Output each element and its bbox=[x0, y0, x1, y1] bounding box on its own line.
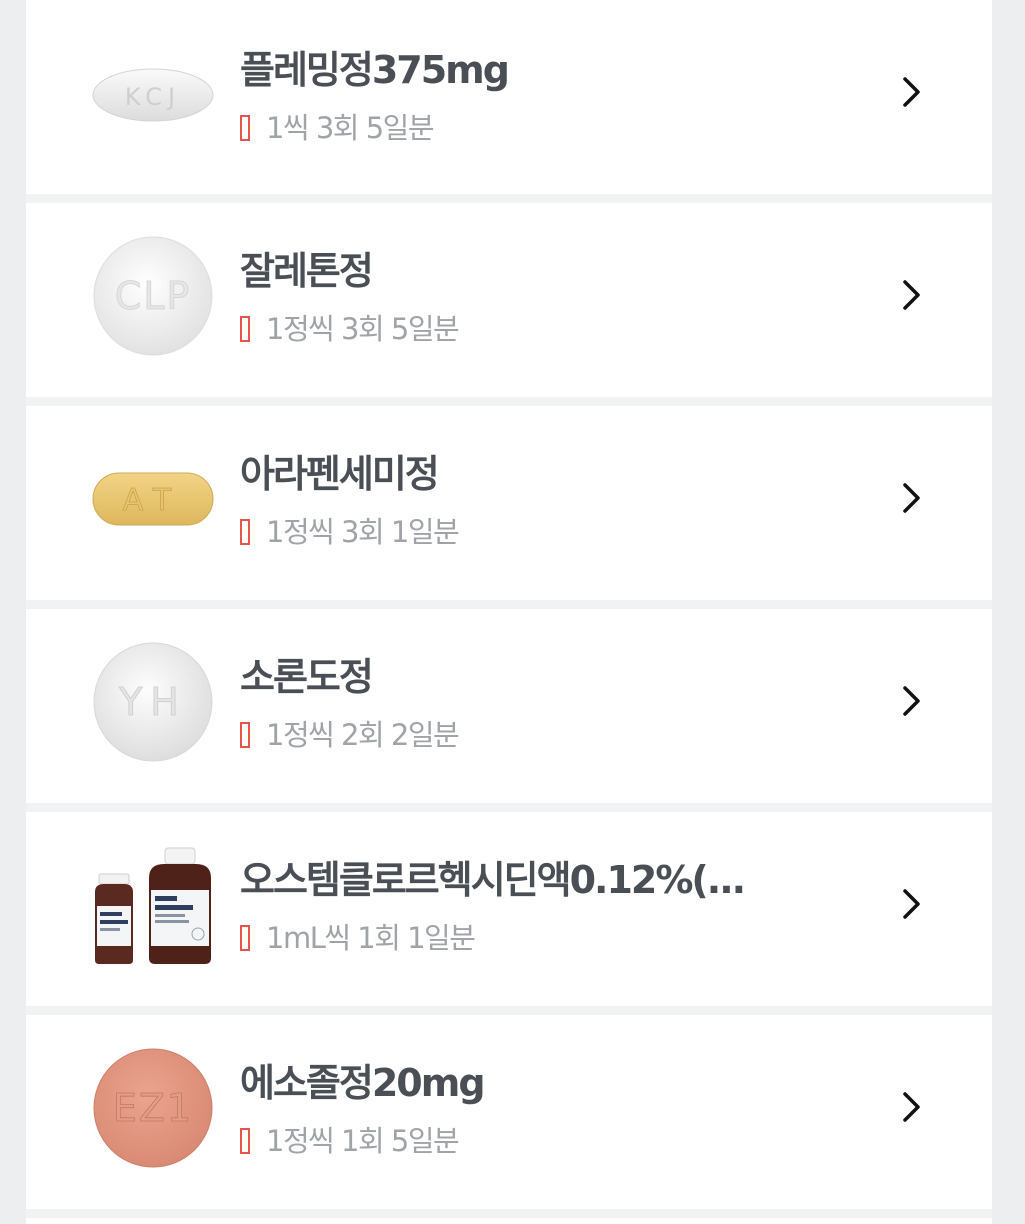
warning-marker-icon bbox=[240, 722, 250, 748]
medication-name: 플레밍정375mg bbox=[240, 48, 510, 92]
medication-dosage: 1mL씩 1회 1일분 bbox=[266, 921, 476, 955]
medication-name: 오스템클로르헥시딘액0.12%(... bbox=[240, 858, 746, 902]
tablet-imprint: AT bbox=[123, 483, 184, 518]
chevron-right-icon[interactable] bbox=[898, 683, 926, 719]
divider bbox=[26, 1006, 992, 1015]
warning-marker-icon bbox=[240, 316, 250, 342]
tablet-imprint: KCJ bbox=[125, 83, 181, 111]
white-round-tablet-icon: YH bbox=[93, 642, 213, 762]
warning-marker-icon bbox=[240, 115, 250, 141]
warning-marker-icon bbox=[240, 925, 250, 951]
medication-item[interactable]: EZ1 에소졸정20mg 1정씩 1회 5일분 bbox=[26, 1015, 992, 1209]
chevron-right-icon[interactable] bbox=[898, 277, 926, 313]
yellow-oblong-tablet-icon: AT bbox=[92, 472, 214, 526]
white-oval-tablet-icon: KCJ bbox=[92, 68, 214, 122]
chevron-right-icon[interactable] bbox=[898, 1089, 926, 1125]
chevron-right-icon[interactable] bbox=[898, 480, 926, 516]
divider bbox=[26, 1209, 992, 1218]
medication-item[interactable]: YH 소론도정 1정씩 2회 2일분 bbox=[26, 609, 992, 803]
medicine-bottle-icon bbox=[95, 847, 211, 964]
white-round-tablet-icon: CLP bbox=[93, 236, 213, 356]
chevron-right-icon[interactable] bbox=[898, 74, 926, 110]
medication-name: 잘레톤정 bbox=[240, 249, 374, 293]
medication-item[interactable]: 오스템클로르헥시딘액0.12%(... 1mL씩 1회 1일분 bbox=[26, 812, 992, 1006]
medication-dosage: 1정씩 1회 5일분 bbox=[266, 1124, 460, 1158]
medication-dosage: 1정씩 3회 1일분 bbox=[266, 515, 460, 549]
divider bbox=[26, 803, 992, 812]
medication-list: KCJ 플레밍정375mg 1씩 3회 5일분 CLP 잘레톤정 1정씩 3회 … bbox=[26, 0, 992, 1224]
warning-marker-icon bbox=[240, 519, 250, 545]
chevron-right-icon[interactable] bbox=[898, 886, 926, 922]
medication-name: 에소졸정20mg bbox=[240, 1061, 486, 1105]
medication-item[interactable]: CLP 잘레톤정 1정씩 3회 5일분 bbox=[26, 203, 992, 397]
tablet-imprint: CLP bbox=[115, 274, 192, 318]
medication-name: 소론도정 bbox=[240, 655, 374, 699]
medication-dosage: 1정씩 3회 5일분 bbox=[266, 312, 460, 346]
divider bbox=[26, 194, 992, 203]
medication-name: 아라펜세미정 bbox=[240, 452, 440, 496]
medication-item[interactable]: KCJ 플레밍정375mg 1씩 3회 5일분 bbox=[26, 0, 992, 194]
tablet-imprint: YH bbox=[118, 680, 187, 724]
medication-dosage: 1씩 3회 5일분 bbox=[266, 111, 435, 145]
divider bbox=[26, 600, 992, 609]
tablet-imprint: EZ1 bbox=[113, 1086, 193, 1130]
divider bbox=[26, 397, 992, 406]
medication-item[interactable]: AT 아라펜세미정 1정씩 3회 1일분 bbox=[26, 406, 992, 600]
pink-round-tablet-icon: EZ1 bbox=[93, 1048, 213, 1168]
warning-marker-icon bbox=[240, 1128, 250, 1154]
medication-dosage: 1정씩 2회 2일분 bbox=[266, 718, 460, 752]
